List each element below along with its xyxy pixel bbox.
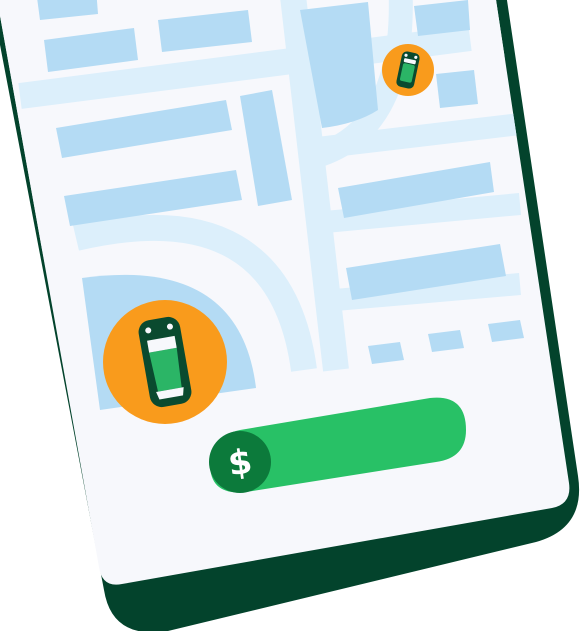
small-car-badge[interactable] (382, 44, 434, 96)
large-car-badge[interactable] (103, 300, 227, 424)
ride-app-illustration: $ (0, 0, 582, 631)
phone-illustration: $ (0, 0, 580, 631)
map (0, 0, 524, 440)
